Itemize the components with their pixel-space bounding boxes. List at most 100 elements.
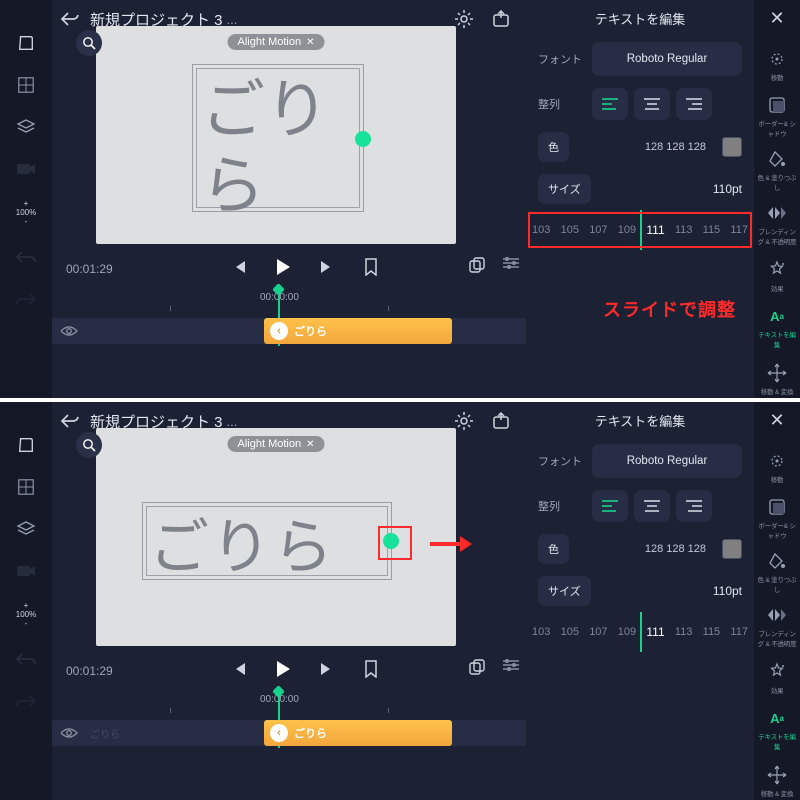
skip-end-icon[interactable] xyxy=(316,658,338,680)
color-label-pill: 色 xyxy=(538,534,569,564)
color-swatch[interactable] xyxy=(722,137,742,157)
timeline: 00:01:29 00:00:00 ‹ ごりら xyxy=(52,248,526,396)
current-timecode: 00:01:29 xyxy=(66,664,113,678)
magnifier-button[interactable] xyxy=(76,30,102,56)
color-value: 128 128 128 xyxy=(645,543,706,555)
watermark[interactable]: Alight Motion✕ xyxy=(228,34,325,50)
rt-transform[interactable]: 移動 & 変換 xyxy=(756,359,798,398)
rt-move[interactable]: 移動 xyxy=(756,45,798,84)
size-slider[interactable]: 103 105 107 109 111 113 115 117 xyxy=(526,612,754,656)
chevron-left-icon[interactable]: ‹ xyxy=(270,322,288,340)
settings-icon[interactable] xyxy=(454,411,474,431)
font-picker[interactable]: Roboto Regular xyxy=(592,444,742,478)
filter-icon[interactable] xyxy=(502,256,520,274)
rt-text-edit[interactable]: Aaテキストを編集 xyxy=(756,707,798,751)
chevron-left-icon[interactable]: ‹ xyxy=(270,724,288,742)
layers-tool-icon[interactable] xyxy=(15,518,37,540)
align-center-button[interactable] xyxy=(634,88,670,120)
undo-icon[interactable] xyxy=(15,648,37,670)
magnifier-button[interactable] xyxy=(76,432,102,458)
panel-title: テキストを編集 xyxy=(526,402,754,438)
bookmark-icon[interactable] xyxy=(360,256,382,278)
align-right-button[interactable] xyxy=(676,88,712,120)
rt-effects[interactable]: 効果 xyxy=(756,256,798,295)
resize-handle[interactable] xyxy=(355,131,371,147)
play-icon[interactable] xyxy=(272,658,294,680)
layers-tool-icon[interactable] xyxy=(15,116,37,138)
skip-start-icon[interactable] xyxy=(228,256,250,278)
transport-controls xyxy=(228,658,382,680)
align-left-button[interactable] xyxy=(592,88,628,120)
align-right-button[interactable] xyxy=(676,490,712,522)
rt-fill[interactable]: 色 & 塗りつぶし xyxy=(756,550,798,594)
clip-label: ごりら xyxy=(294,323,327,339)
rt-transform[interactable]: 移動 & 変換 xyxy=(756,761,798,800)
redo-icon xyxy=(15,288,37,310)
size-label-pill: サイズ xyxy=(538,174,591,204)
filter-icon[interactable] xyxy=(502,658,520,676)
topbar-right xyxy=(454,0,510,38)
back-icon[interactable] xyxy=(56,5,84,33)
clip[interactable]: ‹ ごりら xyxy=(264,720,452,746)
export-icon[interactable] xyxy=(492,10,510,28)
back-icon[interactable] xyxy=(56,407,84,435)
size-label-pill: サイズ xyxy=(538,576,591,606)
properties-panel: テキストを編集 フォント Roboto Regular 整列 色 128 128… xyxy=(526,402,754,800)
text-bounding-box[interactable]: ごり ら xyxy=(192,64,364,212)
redo-icon xyxy=(15,690,37,712)
settings-icon[interactable] xyxy=(454,9,474,29)
panel-title: テキストを編集 xyxy=(526,0,754,36)
font-picker[interactable]: Roboto Regular xyxy=(592,42,742,76)
color-value: 128 128 128 xyxy=(645,141,706,153)
canvas-preview[interactable]: Alight Motion✕ ごり ら xyxy=(96,26,456,244)
rt-blend[interactable]: ブレンディング & 不透明度 xyxy=(756,202,798,246)
close-icon[interactable]: ✕ xyxy=(306,37,314,48)
export-icon[interactable] xyxy=(492,412,510,430)
visibility-icon[interactable] xyxy=(52,727,86,739)
track-row[interactable]: ごりら ‹ ごりら xyxy=(52,720,526,746)
rt-border[interactable]: ボーダー& シャドウ xyxy=(756,496,798,540)
screenshot-bottom: +100%- 新規プロジェクト 3 ... Alight Motion✕ ごりら… xyxy=(0,402,800,800)
text-bounding-box[interactable]: ごりら xyxy=(142,502,392,580)
transport-controls xyxy=(228,256,382,278)
skip-start-icon[interactable] xyxy=(228,658,250,680)
skip-end-icon[interactable] xyxy=(316,256,338,278)
rt-move[interactable]: 移動 xyxy=(756,447,798,486)
size-value[interactable]: 110pt xyxy=(713,182,742,196)
close-panel-icon[interactable]: ✕ xyxy=(765,8,789,29)
watermark[interactable]: Alight Motion✕ xyxy=(228,436,325,452)
duplicate-icon[interactable] xyxy=(468,658,486,676)
size-value[interactable]: 110pt xyxy=(713,584,742,598)
rt-border[interactable]: ボーダー& シャドウ xyxy=(756,94,798,138)
rt-text-edit[interactable]: Aaテキストを編集 xyxy=(756,305,798,349)
track-row[interactable]: ‹ ごりら xyxy=(52,318,526,344)
rt-fill[interactable]: 色 & 塗りつぶし xyxy=(756,148,798,192)
screenshot-top: +100%- 新規プロジェクト 3 ... Alight Motion✕ ごり … xyxy=(0,0,800,398)
rt-effects[interactable]: 効果 xyxy=(756,658,798,697)
size-slider[interactable]: 103 105 107 109 111 113 115 117 xyxy=(526,210,754,254)
shape-tool-icon[interactable] xyxy=(15,32,37,54)
zoom-controls[interactable]: +100%- xyxy=(16,200,36,226)
play-icon[interactable] xyxy=(272,256,294,278)
canvas-text-line: ごりら xyxy=(149,499,335,586)
shape-tool-icon[interactable] xyxy=(15,434,37,456)
grid-tool-icon[interactable] xyxy=(15,74,37,96)
duplicate-icon[interactable] xyxy=(468,256,486,274)
align-center-button[interactable] xyxy=(634,490,670,522)
camera-tool-icon xyxy=(15,560,37,582)
close-icon[interactable]: ✕ xyxy=(306,439,314,450)
rt-blend[interactable]: ブレンディング & 不透明度 xyxy=(756,604,798,648)
visibility-icon[interactable] xyxy=(52,325,86,337)
clip-label: ごりら xyxy=(294,725,327,741)
zoom-controls[interactable]: +100%- xyxy=(16,602,36,628)
grid-tool-icon[interactable] xyxy=(15,476,37,498)
bookmark-icon[interactable] xyxy=(360,658,382,680)
close-panel-icon[interactable]: ✕ xyxy=(765,410,789,431)
color-label-pill: 色 xyxy=(538,132,569,162)
clip[interactable]: ‹ ごりら xyxy=(264,318,452,344)
right-toolbar: ✕ 移動 ボーダー& シャドウ 色 & 塗りつぶし ブレンディング & 不透明度… xyxy=(754,0,800,398)
align-left-button[interactable] xyxy=(592,490,628,522)
color-swatch[interactable] xyxy=(722,539,742,559)
undo-icon[interactable] xyxy=(15,246,37,268)
current-timecode: 00:01:29 xyxy=(66,262,113,276)
